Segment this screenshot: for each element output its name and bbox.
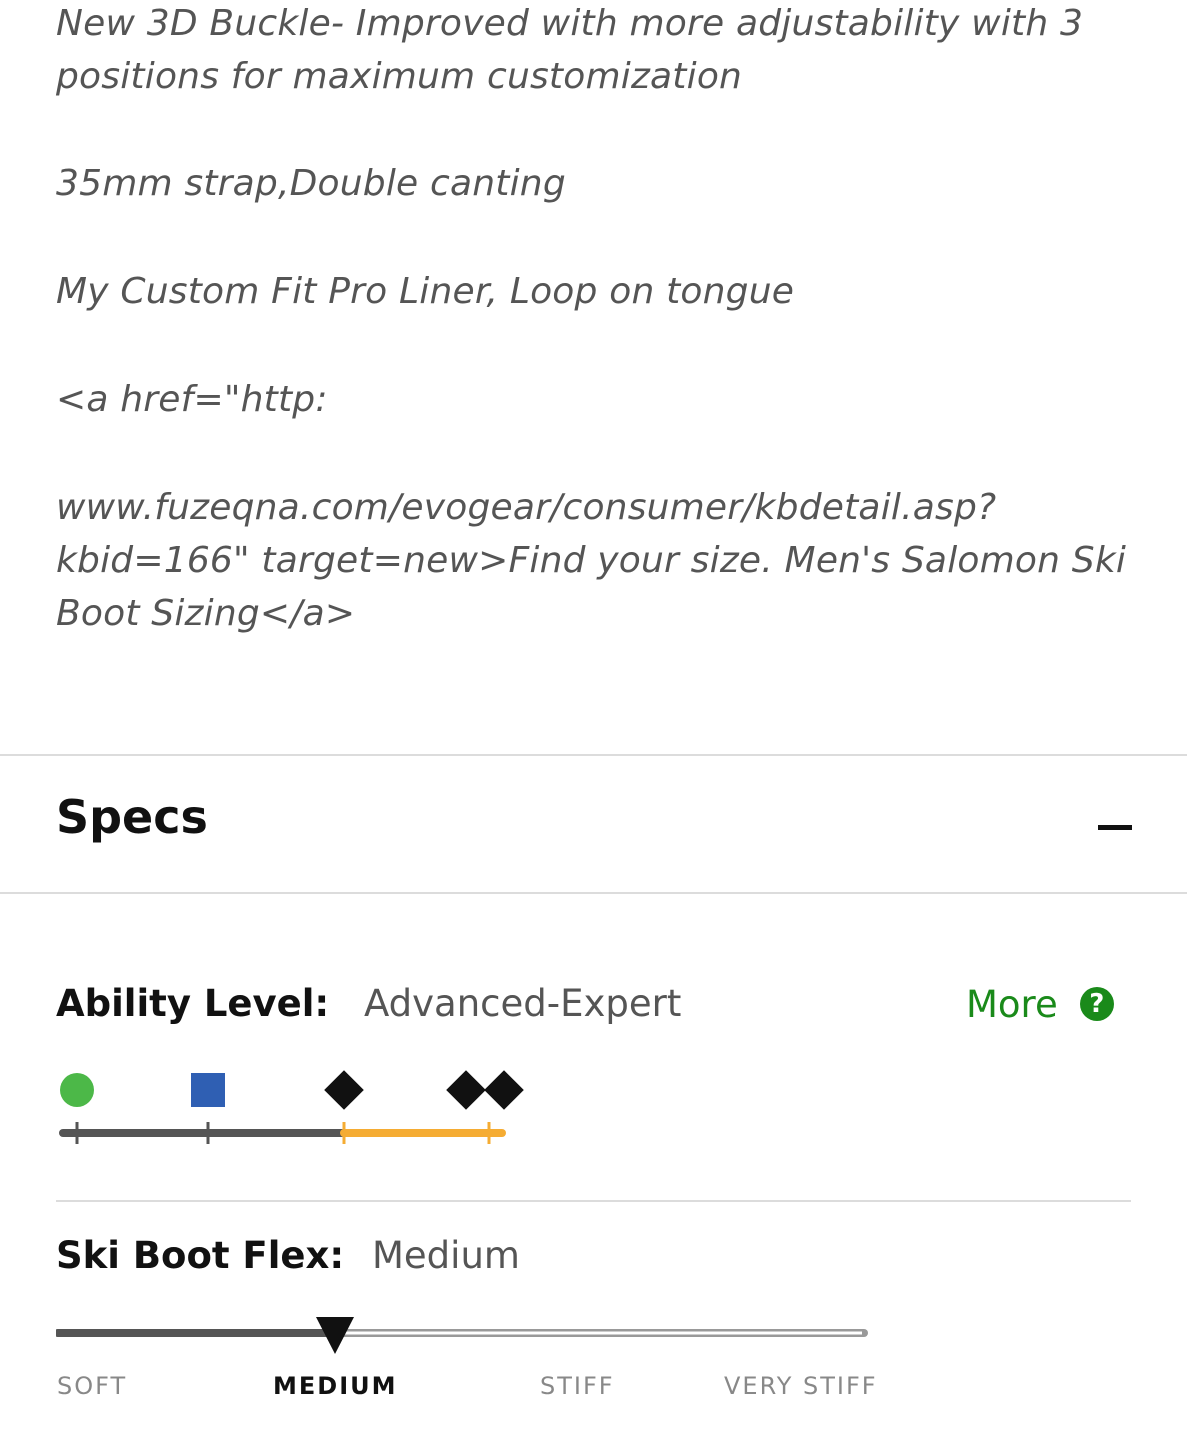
divider	[0, 754, 1187, 756]
green-circle-icon	[60, 1073, 94, 1107]
flex-label-very-stiff: VERY STIFF	[724, 1372, 878, 1400]
ability-more-link[interactable]: More ?	[966, 980, 1114, 1028]
description-line: 35mm strap,Double canting	[56, 163, 566, 204]
collapse-button[interactable]	[1090, 810, 1136, 846]
help-icon[interactable]: ?	[1079, 987, 1114, 1021]
double-black-diamond-icon	[446, 1070, 524, 1110]
divider	[0, 892, 1187, 894]
boot-flex-label: Ski Boot Flex:	[56, 1234, 345, 1277]
flex-label-soft: SOFT	[57, 1372, 128, 1400]
description-line: New 3D Buckle- Improved with more adjust…	[56, 3, 1084, 97]
flex-scale-labels: SOFT MEDIUM STIFF VERY STIFF	[0, 1372, 1187, 1406]
blue-square-icon	[191, 1073, 225, 1107]
flex-label-stiff: STIFF	[540, 1372, 615, 1400]
description-line: www.fuzeqna.com/evogear/consumer/kbdetai…	[56, 487, 1127, 634]
specs-heading[interactable]: Specs	[56, 790, 208, 844]
divider	[56, 1200, 1131, 1202]
ability-level-value: Advanced-Expert	[364, 982, 682, 1025]
description-line: My Custom Fit Pro Liner, Loop on tongue	[56, 271, 795, 312]
black-diamond-icon	[324, 1070, 364, 1110]
more-label: More	[966, 982, 1058, 1026]
flex-label-medium: MEDIUM	[273, 1372, 398, 1400]
minus-icon	[1098, 825, 1132, 830]
description-line: <a href="http:	[56, 379, 328, 420]
boot-flex-value: Medium	[372, 1234, 520, 1277]
ability-level-scale	[59, 1070, 524, 1144]
flex-scale	[56, 1317, 868, 1354]
ability-level-label: Ability Level:	[56, 982, 330, 1025]
